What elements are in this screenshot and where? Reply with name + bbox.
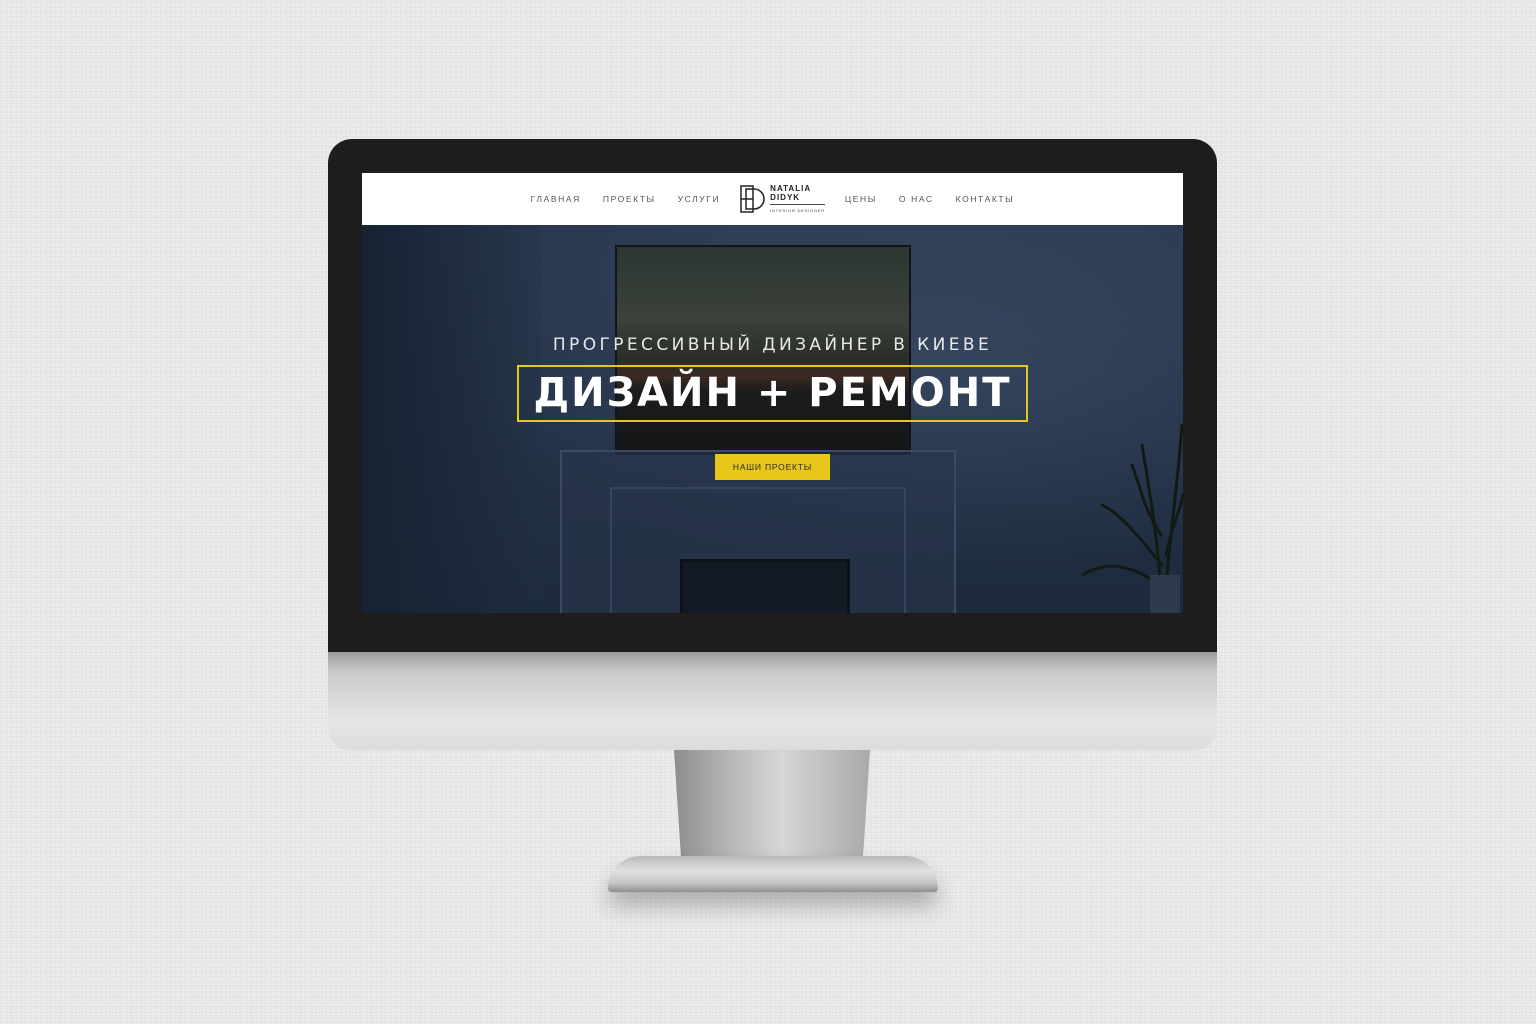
brand-logo[interactable]: NATALIA DIDYK INTERIOR DESIGNER [740, 184, 825, 215]
nav-item-prices[interactable]: ЦЕНЫ [845, 194, 877, 204]
logo-name-last: DIDYK [770, 192, 801, 202]
monitor-chin [328, 652, 1217, 750]
nav-item-home[interactable]: ГЛАВНАЯ [531, 194, 581, 204]
nav-item-projects[interactable]: ПРОЕКТЫ [603, 194, 656, 204]
monitor-stand-neck [674, 750, 870, 870]
nav-right: ЦЕНЫ О НАС КОНТАКТЫ [845, 194, 1014, 204]
monitor-mockup: ГЛАВНАЯ ПРОЕКТЫ УСЛУГИ NATALIA DIDYK INT… [0, 0, 1536, 1024]
logo-text: NATALIA DIDYK INTERIOR DESIGNER [770, 184, 825, 215]
logo-name-first: NATALIA [770, 183, 812, 193]
nav-item-about[interactable]: О НАС [899, 194, 934, 204]
logo-subtitle: INTERIOR DESIGNER [770, 203, 825, 215]
our-projects-button[interactable]: НАШИ ПРОЕКТЫ [714, 454, 831, 480]
hero-content: ПРОГРЕССИВНЫЙ ДИЗАЙНЕР В КИЕВЕ ДИЗАЙН + … [362, 335, 1183, 480]
nav-item-contacts[interactable]: КОНТАКТЫ [956, 194, 1015, 204]
hero-headline-frame: ДИЗАЙН + РЕМОНТ [517, 365, 1028, 422]
screen: ГЛАВНАЯ ПРОЕКТЫ УСЛУГИ NATALIA DIDYK INT… [362, 173, 1183, 613]
logo-monogram-icon [740, 185, 765, 213]
nav-left: ГЛАВНАЯ ПРОЕКТЫ УСЛУГИ [531, 194, 721, 204]
navbar: ГЛАВНАЯ ПРОЕКТЫ УСЛУГИ NATALIA DIDYK INT… [362, 173, 1183, 225]
monitor-stand-base [608, 856, 938, 892]
hero-section: ПРОГРЕССИВНЫЙ ДИЗАЙНЕР В КИЕВЕ ДИЗАЙН + … [362, 225, 1183, 613]
hero-firebox [680, 559, 850, 613]
nav-item-services[interactable]: УСЛУГИ [678, 194, 721, 204]
hero-headline: ДИЗАЙН + РЕМОНТ [533, 370, 1012, 416]
hero-tagline: ПРОГРЕССИВНЫЙ ДИЗАЙНЕР В КИЕВЕ [552, 335, 993, 355]
